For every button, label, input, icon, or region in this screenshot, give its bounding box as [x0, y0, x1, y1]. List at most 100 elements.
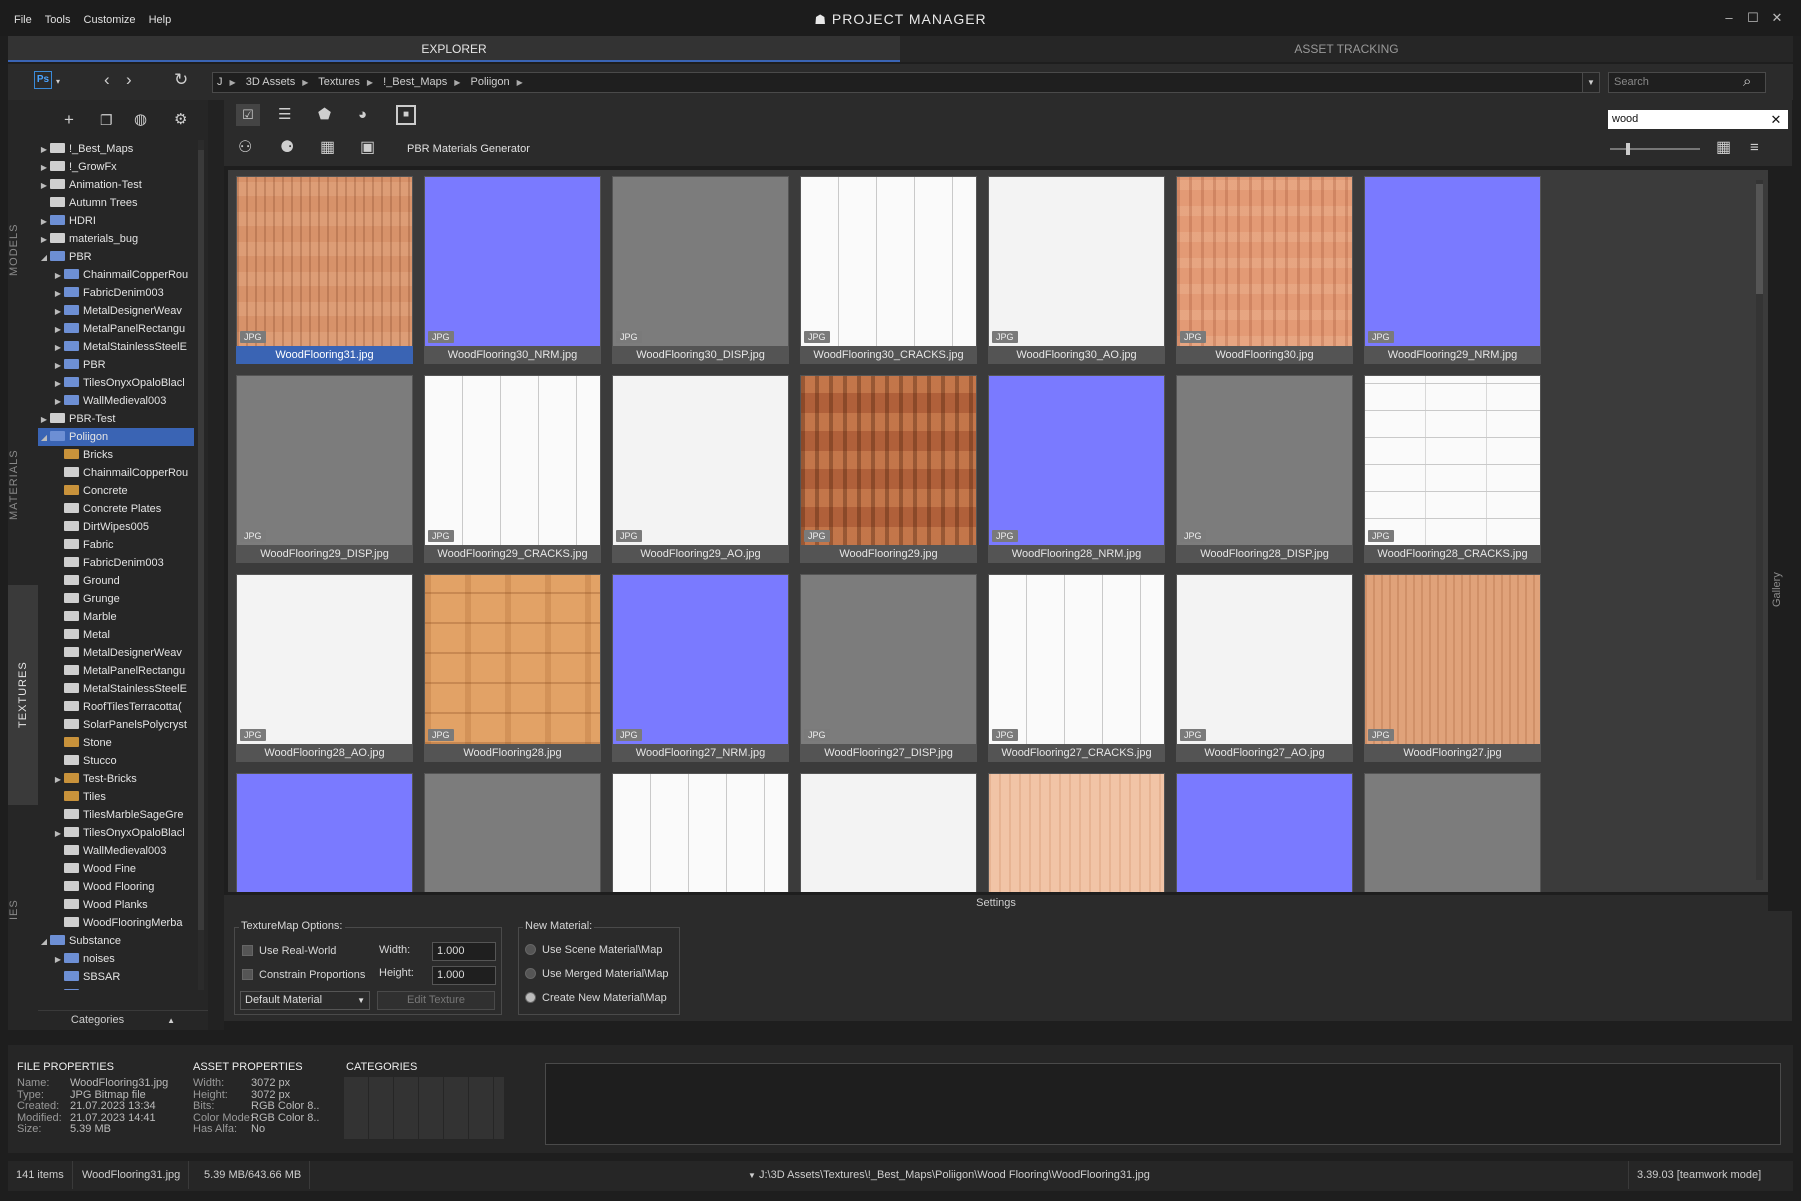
description-area[interactable] — [545, 1063, 1781, 1145]
tree-node[interactable]: ▶ MetalPanelRectangu — [38, 320, 194, 338]
tree-node[interactable]: Metal — [38, 626, 194, 644]
expand-arrow-icon[interactable]: ▶ — [52, 771, 64, 788]
tree-node[interactable]: WoodFlooringMerba — [38, 914, 194, 932]
tree-node[interactable]: ▶ TilesOnyxOpaloBlacl — [38, 374, 194, 392]
expand-arrow-icon[interactable]: ▶ — [52, 303, 64, 320]
breadcrumb-item[interactable]: Poliigon — [470, 76, 509, 88]
chevron-down-icon[interactable]: ▾ — [56, 71, 60, 93]
texture-tile[interactable]: JPG WoodFlooring29.jpg — [800, 375, 977, 563]
texture-tile[interactable]: JPG WoodFlooring30_CRACKS.jpg — [800, 176, 977, 364]
texture-tile[interactable]: JPG WoodFlooring28_DISP.jpg — [1176, 375, 1353, 563]
tree-node[interactable]: ▶ PBR-Test — [38, 410, 194, 428]
settings-header[interactable]: Settings — [224, 895, 1768, 911]
edit-texture-button[interactable]: Edit Texture — [377, 991, 495, 1010]
tag-icon[interactable]: ⬟ — [318, 104, 331, 126]
expand-arrow-icon[interactable]: ▶ — [38, 177, 50, 194]
expand-arrow-icon[interactable]: ◢ — [38, 429, 50, 446]
chevron-down-icon[interactable]: ▼ — [748, 1171, 756, 1180]
window-icon[interactable]: ❐ — [100, 109, 113, 131]
tree-node[interactable]: ▶ Animation-Test — [38, 176, 194, 194]
checker-icon[interactable]: ▦ — [320, 137, 335, 159]
tree-node[interactable]: Bricks — [38, 446, 194, 464]
tree-node[interactable]: ▶ WallMedieval003 — [38, 392, 194, 410]
clear-filter-icon[interactable]: ✕ — [1766, 110, 1786, 129]
texture-tile[interactable] — [988, 773, 1165, 892]
expand-arrow-icon[interactable]: ▶ — [52, 951, 64, 968]
expand-arrow-icon[interactable]: ▶ — [52, 987, 64, 990]
maximize-icon[interactable]: ☐ — [1741, 10, 1765, 26]
texture-tile[interactable]: JPG WoodFlooring29_CRACKS.jpg — [424, 375, 601, 563]
refresh-icon[interactable]: ↻ — [174, 69, 188, 91]
use-real-world-checkbox[interactable]: Use Real-World — [242, 945, 336, 957]
grid-view-icon[interactable]: ▦ — [1716, 137, 1731, 159]
expand-arrow-icon[interactable]: ◢ — [38, 249, 50, 266]
categories-list[interactable] — [344, 1077, 504, 1139]
color-wheel-icon[interactable]: ◕ — [358, 104, 367, 126]
tree-node[interactable]: Wood Planks — [38, 896, 194, 914]
select-mode-icon[interactable]: ☑ — [236, 104, 260, 126]
texture-tile[interactable]: JPG WoodFlooring28_AO.jpg — [236, 574, 413, 762]
texture-tile[interactable]: JPG WoodFlooring27_DISP.jpg — [800, 574, 977, 762]
breadcrumb-item[interactable]: Textures — [318, 76, 360, 88]
tree-node[interactable]: Concrete — [38, 482, 194, 500]
texture-tile[interactable] — [1364, 773, 1541, 892]
vtab-ies[interactable]: IES — [8, 890, 38, 930]
tree-node[interactable]: Autumn Trees — [38, 194, 194, 212]
tree-node[interactable]: RoofTilesTerracotta( — [38, 698, 194, 716]
texture-tile[interactable]: JPG WoodFlooring29_NRM.jpg — [1364, 176, 1541, 364]
expand-arrow-icon[interactable]: ▶ — [52, 321, 64, 338]
tree-node[interactable]: ▶ FabricDenim003 — [38, 284, 194, 302]
grid-scrollbar[interactable] — [1756, 180, 1763, 880]
vtab-textures[interactable]: TEXTURES — [8, 585, 38, 805]
tree-node[interactable]: ▶ TilesOnyxOpaloBlacl — [38, 824, 194, 842]
texture-tile[interactable]: JPG WoodFlooring27_NRM.jpg — [612, 574, 789, 762]
expand-arrow-icon[interactable]: ▶ — [52, 375, 64, 392]
create-new-material-radio[interactable]: Create New Material\Map — [525, 992, 667, 1004]
frame-icon[interactable]: ■ — [396, 105, 416, 125]
tree-node[interactable]: ▶ !_GrowFx — [38, 158, 194, 176]
tree-node[interactable]: Stucco — [38, 752, 194, 770]
expand-arrow-icon[interactable]: ▶ — [52, 267, 64, 284]
forward-arrow-icon[interactable]: › — [126, 69, 132, 91]
breadcrumb[interactable]: J ▶ 3D Assets ▶ Textures ▶ !_Best_Maps ▶ Pol… — [212, 72, 1600, 93]
texture-tile[interactable]: JPG WoodFlooring27_CRACKS.jpg — [988, 574, 1165, 762]
tree-node[interactable]: Grunge — [38, 590, 194, 608]
globe-icon[interactable]: ◍ — [134, 109, 147, 131]
zoom-slider[interactable] — [1610, 143, 1700, 155]
vtab-models[interactable]: MODELS — [8, 210, 38, 290]
tree-node[interactable]: ▶ MetalStainlessSteelE — [38, 338, 194, 356]
texture-tile[interactable]: JPG WoodFlooring27.jpg — [1364, 574, 1541, 762]
search-icon[interactable]: ⌕ — [1743, 71, 1751, 93]
texture-tile[interactable]: JPG WoodFlooring27_AO.jpg — [1176, 574, 1353, 762]
texture-tile[interactable]: JPG WoodFlooring28_NRM.jpg — [988, 375, 1165, 563]
expand-arrow-icon[interactable]: ▶ — [52, 393, 64, 410]
material-balls-icon[interactable]: ⚈ — [280, 137, 294, 159]
tree-node[interactable]: ◢ Substance — [38, 932, 194, 950]
tab-explorer[interactable]: EXPLORER — [8, 36, 900, 62]
expand-arrow-icon[interactable]: ▶ — [38, 231, 50, 248]
tree-node[interactable]: WallMedieval003 — [38, 842, 194, 860]
width-spinner[interactable]: 1.000 — [432, 942, 496, 961]
tree-node[interactable]: ▶ ChainmailCopperRou — [38, 266, 194, 284]
tree-node[interactable]: ▶ MetalDesignerWeav — [38, 302, 194, 320]
texture-tile[interactable]: JPG WoodFlooring29_AO.jpg — [612, 375, 789, 563]
material-dropdown[interactable]: Default Material ▼ — [240, 991, 370, 1010]
tree-scrollbar[interactable] — [198, 140, 204, 990]
height-spinner[interactable]: 1.000 — [432, 966, 496, 985]
texture-tile[interactable]: JPG WoodFlooring30_AO.jpg — [988, 176, 1165, 364]
tree-node[interactable]: Fabric — [38, 536, 194, 554]
texture-tile[interactable]: JPG WoodFlooring30.jpg — [1176, 176, 1353, 364]
expand-arrow-icon[interactable]: ▶ — [52, 285, 64, 302]
tree-node[interactable]: ◢ Poliigon — [38, 428, 194, 446]
tree-node[interactable]: TilesMarbleSageGre — [38, 806, 194, 824]
texture-tile[interactable] — [800, 773, 977, 892]
tree-node[interactable]: MetalDesignerWeav — [38, 644, 194, 662]
tree-node[interactable]: ▶ PBR — [38, 356, 194, 374]
tree-node[interactable]: ▶ Test-Bricks — [38, 770, 194, 788]
texture-tile[interactable]: JPG WoodFlooring31.jpg — [236, 176, 413, 364]
texture-icon[interactable]: ▣ — [360, 137, 375, 159]
texture-tile[interactable] — [424, 773, 601, 892]
back-arrow-icon[interactable]: ‹ — [104, 69, 110, 91]
expand-arrow-icon[interactable]: ▶ — [38, 159, 50, 176]
tree-node[interactable]: ▶ !_Best_Maps — [38, 140, 194, 158]
